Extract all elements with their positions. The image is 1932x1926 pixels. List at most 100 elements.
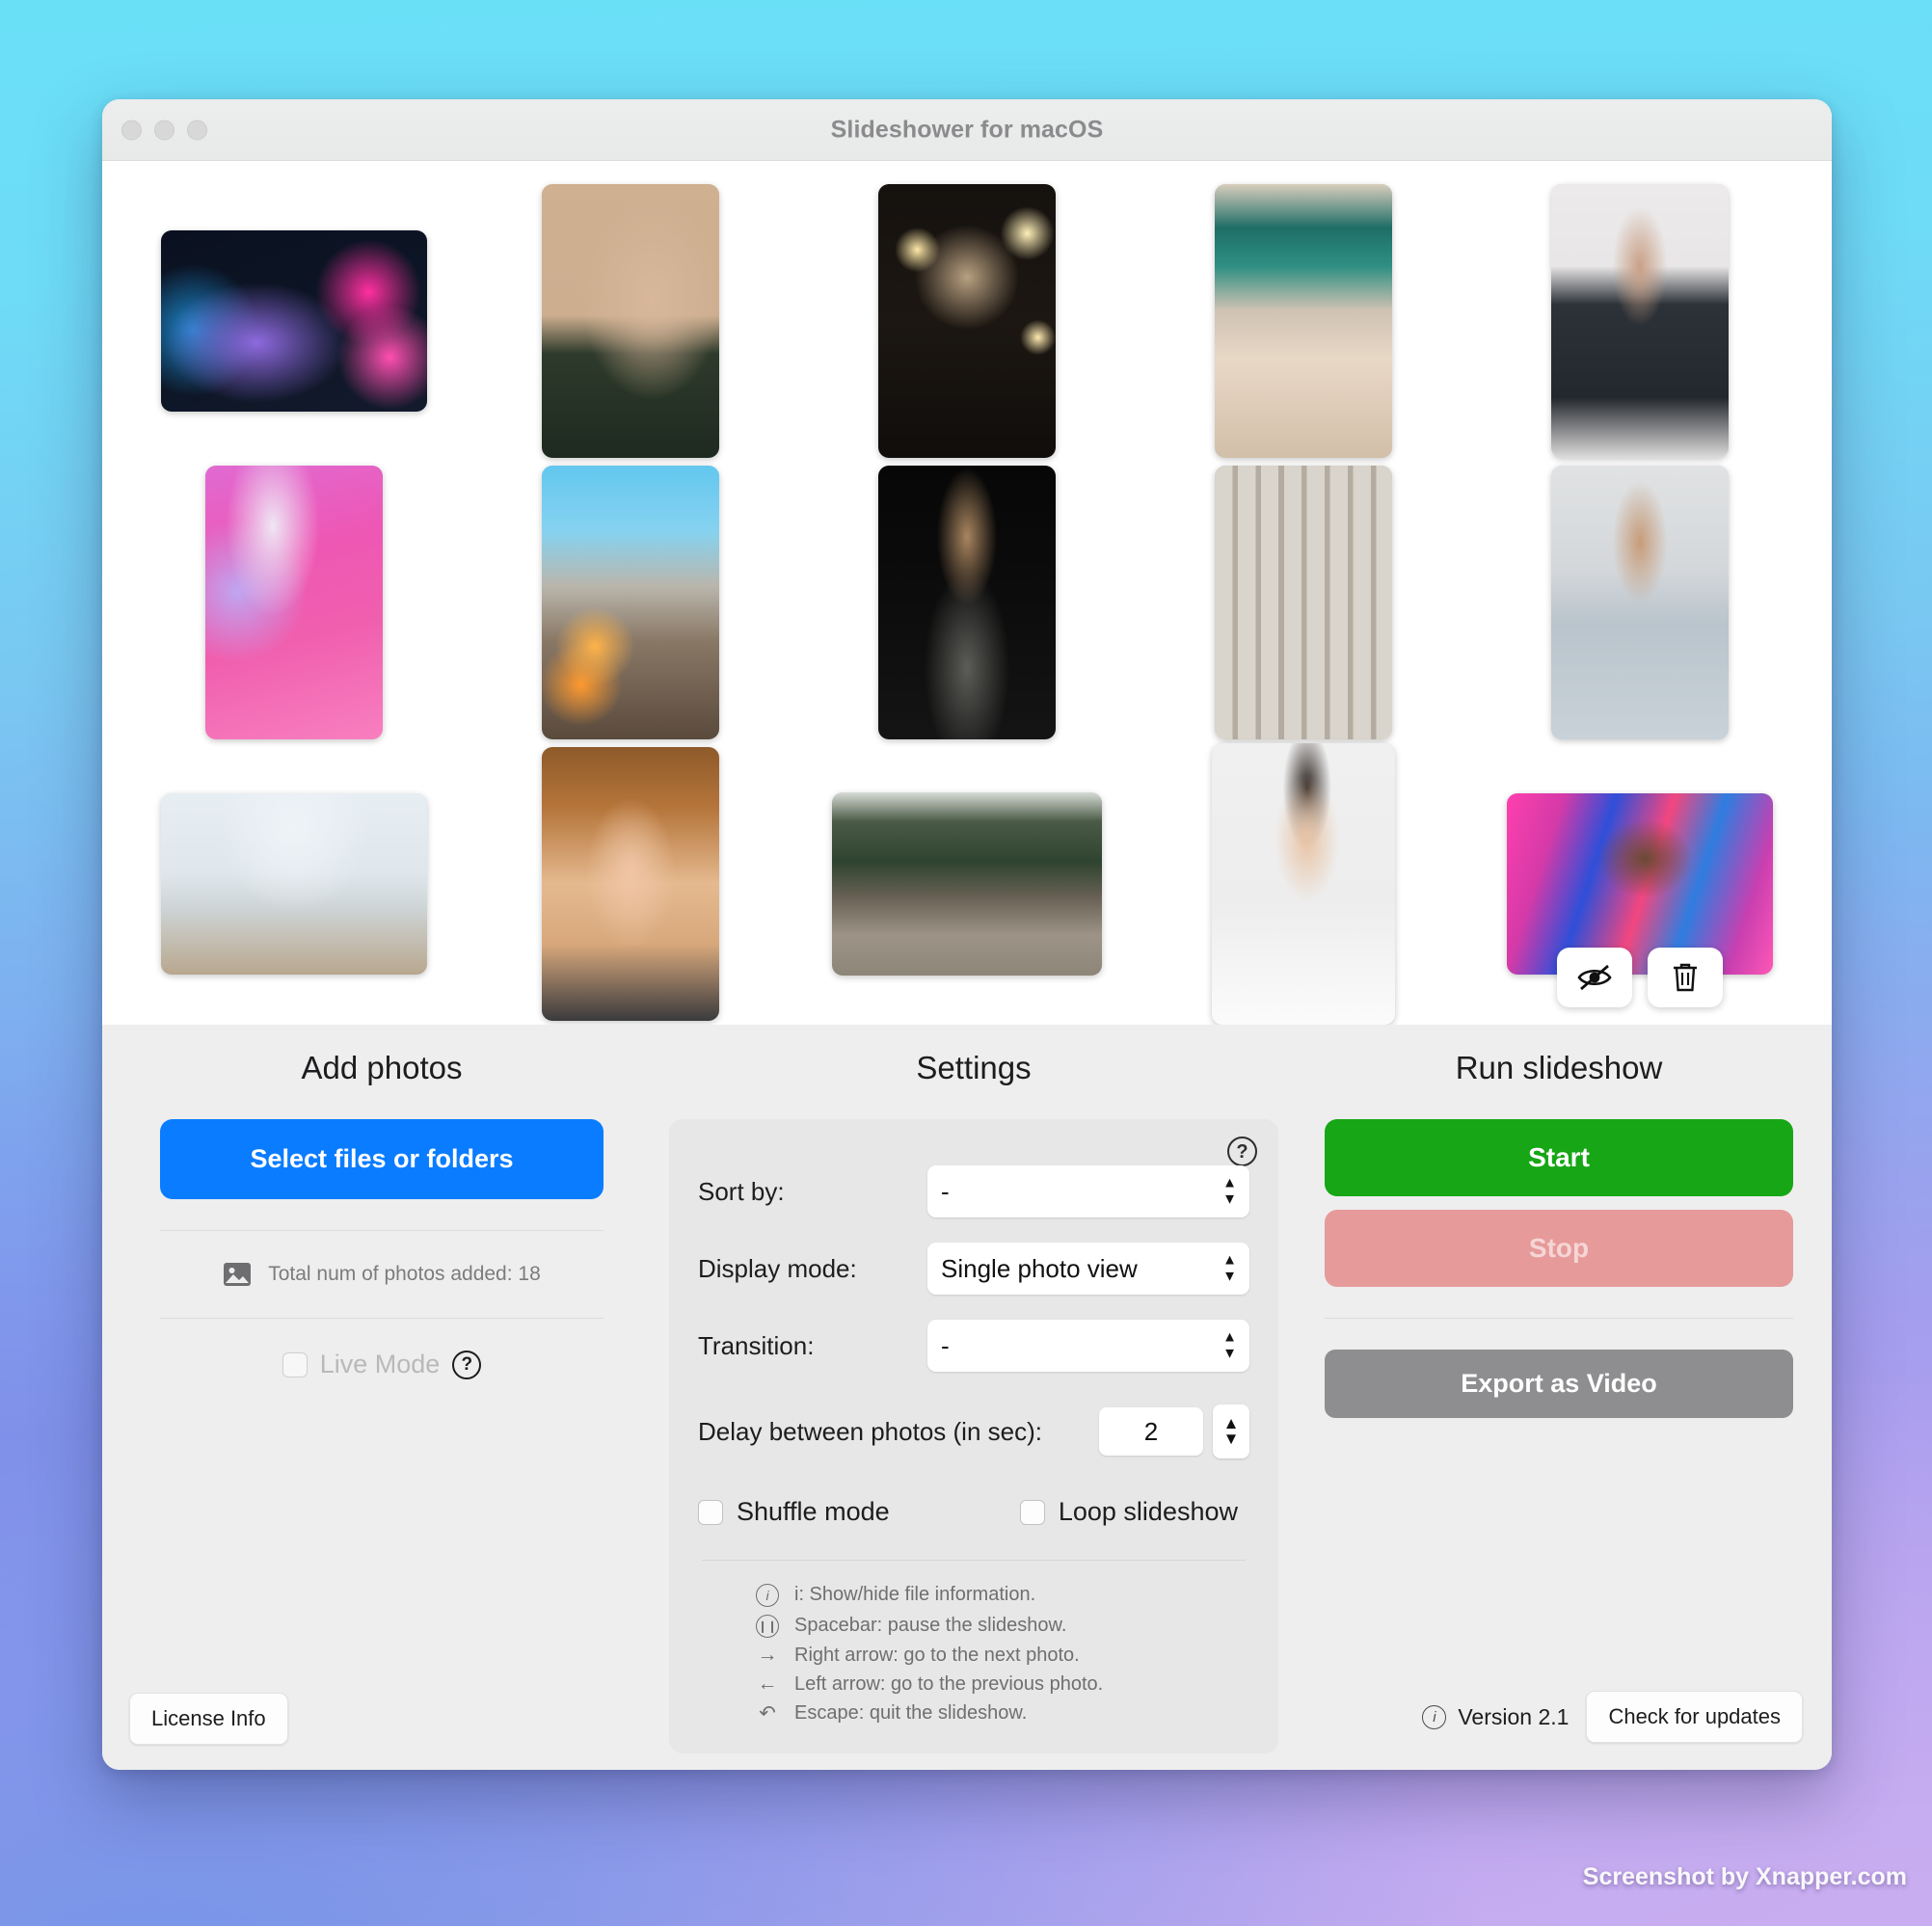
photo-thumbnail[interactable] (1215, 184, 1393, 458)
live-mode-row: Live Mode ? (160, 1350, 604, 1379)
photo-11[interactable] (160, 793, 427, 975)
photo-12[interactable] (541, 747, 719, 1021)
photo-hover-actions (1557, 948, 1724, 1007)
photo-thumbnail[interactable] (1551, 466, 1730, 739)
photo-thumbnail[interactable] (1507, 793, 1774, 1007)
chevron-updown-icon: ▲ ▼ (1222, 1251, 1237, 1284)
start-button[interactable]: Start (1325, 1119, 1793, 1196)
settings-section: Settings ? Sort by: - ▲ ▼ Display mode: S… (661, 1050, 1286, 1770)
hint-row: ← Left arrow: go to the previous photo. (698, 1670, 1249, 1699)
hide-photo-button[interactable] (1557, 948, 1633, 1007)
photo-thumbnail[interactable] (877, 466, 1056, 739)
live-mode-checkbox[interactable] (282, 1351, 308, 1378)
hint-row: ❙❙ Spacebar: pause the slideshow. (698, 1610, 1249, 1641)
photo-thumbnail[interactable] (1551, 184, 1730, 458)
sort-by-select[interactable]: - ▲ ▼ (927, 1165, 1249, 1217)
hint-text: i: Show/hide file information. (794, 1584, 1036, 1605)
photo-13[interactable] (831, 792, 1102, 976)
footer-right: i Version 2.1 Check for updates (1422, 1691, 1803, 1743)
select-files-button[interactable]: Select files or folders (160, 1119, 604, 1199)
title-bar: Slideshower for macOS (102, 99, 1832, 161)
delay-value: 2 (1143, 1416, 1159, 1446)
window-title: Slideshower for macOS (830, 116, 1104, 143)
delay-row: Delay between photos (in sec): 2 ▲ ▼ (698, 1404, 1249, 1458)
photo-1[interactable] (160, 230, 427, 412)
stepper-down-icon[interactable]: ▼ (1223, 1431, 1240, 1447)
photo-3[interactable] (877, 184, 1056, 458)
loop-slideshow-label: Loop slideshow (1058, 1497, 1238, 1526)
live-mode-help-icon[interactable]: ? (452, 1350, 482, 1379)
transition-row: Transition: - ▲ ▼ (698, 1320, 1249, 1372)
escape-icon: ↶ (759, 1702, 776, 1725)
photo-10[interactable] (1551, 466, 1730, 739)
transition-value: - (941, 1330, 950, 1360)
pause-circle-icon: ❙❙ (754, 1613, 781, 1638)
sort-by-value: - (941, 1176, 950, 1206)
transition-label: Transition: (698, 1330, 815, 1360)
stepper-up-icon[interactable]: ▲ (1223, 1416, 1240, 1432)
hint-row: i i: Show/hide file information. (698, 1580, 1249, 1610)
hint-text: Left arrow: go to the previous photo. (794, 1672, 1104, 1695)
loop-slideshow-checkbox[interactable] (1019, 1499, 1045, 1525)
hint-text: Escape: quit the slideshow. (794, 1702, 1028, 1724)
delete-photo-button[interactable] (1648, 948, 1724, 1007)
chevron-updown-icon: ▲ ▼ (1222, 1174, 1237, 1207)
xnapper-watermark: Screenshot by Xnapper.com (1582, 1863, 1907, 1890)
photo-count-row: Total num of photos added: 18 (160, 1262, 604, 1287)
photo-2[interactable] (541, 184, 719, 458)
arrow-left-icon: ← (757, 1672, 778, 1695)
display-mode-label: Display mode: (698, 1253, 857, 1283)
photo-thumbnail[interactable] (541, 466, 719, 739)
photo-thumbnail[interactable] (204, 466, 383, 739)
license-info-button[interactable]: License Info (129, 1693, 288, 1745)
photo-14[interactable] (1212, 743, 1396, 1025)
shuffle-mode-label: Shuffle mode (737, 1497, 890, 1526)
photo-count-label: Total num of photos added: 18 (268, 1263, 541, 1285)
photo-thumbnail[interactable] (160, 230, 427, 412)
delay-stepper[interactable]: ▲ ▼ (1213, 1404, 1249, 1458)
divider (160, 1318, 604, 1319)
hint-row: → Right arrow: go to the next photo. (698, 1641, 1249, 1670)
photo-thumbnail[interactable] (1215, 466, 1393, 739)
trash-icon (1674, 963, 1698, 992)
photo-6[interactable] (204, 466, 383, 739)
divider (1325, 1318, 1793, 1319)
photo-grid (102, 161, 1832, 1025)
mode-checkbox-row: Shuffle mode Loop slideshow (698, 1497, 1249, 1527)
export-as-video-button[interactable]: Export as Video (1325, 1350, 1793, 1418)
arrow-right-icon: → (757, 1644, 778, 1666)
run-slideshow-title: Run slideshow (1455, 1050, 1663, 1085)
app-window: Slideshower for macOS Add photos Select … (102, 99, 1832, 1770)
run-slideshow-section: Run slideshow Start Stop Export as Video… (1286, 1050, 1832, 1770)
shuffle-mode-item[interactable]: Shuffle mode (698, 1497, 890, 1527)
check-for-updates-button[interactable]: Check for updates (1586, 1691, 1803, 1743)
hint-text: Spacebar: pause the slideshow. (794, 1614, 1067, 1636)
photo-7[interactable] (541, 466, 719, 739)
photo-thumbnail[interactable] (541, 184, 719, 458)
version-info: i Version 2.1 (1422, 1704, 1569, 1730)
photo-thumbnail[interactable] (831, 792, 1102, 976)
photo-5[interactable] (1551, 184, 1730, 458)
hint-row: ↶ Escape: quit the slideshow. (698, 1699, 1249, 1728)
transition-select[interactable]: - ▲ ▼ (927, 1320, 1249, 1372)
sort-by-label: Sort by: (698, 1176, 785, 1206)
photo-9[interactable] (1215, 466, 1393, 739)
add-photos-title: Add photos (301, 1050, 463, 1085)
image-icon (224, 1263, 252, 1286)
shuffle-mode-checkbox[interactable] (698, 1499, 723, 1525)
hint-text: Right arrow: go to the next photo. (794, 1644, 1080, 1666)
display-mode-select[interactable]: Single photo view ▲ ▼ (927, 1243, 1249, 1295)
photo-8[interactable] (877, 466, 1056, 739)
photo-4[interactable] (1215, 184, 1393, 458)
delay-label: Delay between photos (in sec): (698, 1416, 1042, 1446)
stop-button[interactable]: Stop (1325, 1210, 1793, 1287)
divider (160, 1230, 604, 1231)
photo-thumbnail[interactable] (877, 184, 1056, 458)
add-photos-section: Add photos Select files or folders Total… (102, 1050, 661, 1770)
settings-help-icon[interactable]: ? (1227, 1137, 1257, 1166)
delay-input[interactable]: 2 (1099, 1407, 1203, 1456)
photo-thumbnail[interactable] (541, 747, 719, 1021)
photo-thumbnail[interactable] (160, 793, 427, 975)
photo-thumbnail[interactable] (1212, 743, 1396, 1025)
loop-slideshow-item[interactable]: Loop slideshow (1019, 1497, 1238, 1527)
